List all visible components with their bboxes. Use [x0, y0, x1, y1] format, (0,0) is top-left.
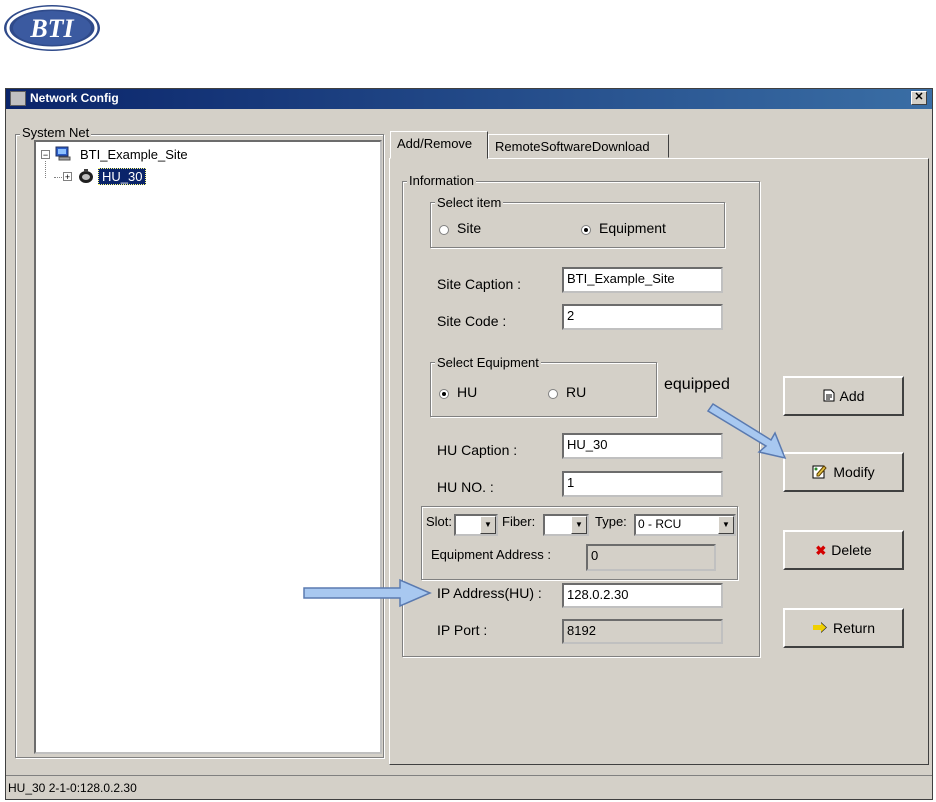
network-config-window: Network Config ✕ System Net − BTI_Exampl… — [5, 88, 933, 800]
equipment-address-input: 0 — [586, 544, 716, 571]
system-tree[interactable]: − BTI_Example_Site + HU_30 — [34, 140, 382, 754]
computer-icon — [55, 146, 72, 165]
equipment-radio-label[interactable]: Equipment — [599, 220, 666, 236]
tab-remote-software-download[interactable]: RemoteSoftwareDownload — [488, 134, 669, 158]
close-button[interactable]: ✕ — [911, 91, 927, 105]
expand-icon[interactable]: + — [63, 172, 72, 182]
hu-radio[interactable] — [439, 389, 449, 399]
site-code-input[interactable]: 2 — [562, 304, 723, 330]
hu-caption-label: HU Caption : — [437, 442, 518, 458]
site-caption-input[interactable]: BTI_Example_Site — [562, 267, 723, 293]
delete-button-label: Delete — [831, 542, 872, 558]
collapse-icon[interactable]: − — [41, 150, 50, 160]
modify-button[interactable]: Modify — [783, 452, 904, 492]
system-net-legend: System Net — [20, 125, 92, 140]
slot-label: Slot: — [426, 514, 453, 529]
tab-add-remove[interactable]: Add/Remove — [390, 131, 488, 159]
hu-no-input[interactable]: 1 — [562, 471, 723, 497]
ip-address-input[interactable]: 128.0.2.30 — [562, 583, 723, 608]
return-button[interactable]: Return — [783, 608, 904, 648]
equipment-address-label: Equipment Address : — [431, 547, 551, 562]
network-icon — [10, 91, 26, 106]
edit-icon — [812, 464, 828, 481]
window-title: Network Config — [30, 91, 119, 105]
slot-dropdown-icon[interactable]: ▼ — [480, 516, 496, 534]
tree-line — [54, 177, 62, 178]
title-bar[interactable]: Network Config ✕ — [6, 89, 932, 109]
site-radio[interactable] — [439, 225, 449, 235]
document-icon — [823, 389, 835, 404]
delete-button[interactable]: ✖ Delete — [783, 530, 904, 570]
return-button-label: Return — [832, 620, 876, 636]
add-button-label: Add — [839, 388, 865, 404]
status-bar: HU_30 2-1-0:128.0.2.30 — [6, 775, 932, 799]
type-label: Type: — [595, 514, 627, 529]
tree-item-label: HU_30 — [98, 168, 147, 185]
tree-item-label: BTI_Example_Site — [80, 147, 188, 162]
ip-address-label: IP Address(HU) : — [437, 585, 542, 601]
equipment-icon — [78, 169, 94, 187]
hu-caption-input[interactable]: HU_30 — [562, 433, 723, 459]
equipped-annotation: equipped — [664, 376, 730, 393]
fiber-label: Fiber: — [502, 514, 536, 529]
bti-logo: BTI — [2, 2, 102, 54]
ip-port-input: 8192 — [562, 619, 723, 644]
select-equipment-legend: Select Equipment — [435, 355, 541, 370]
equipment-radio[interactable] — [581, 225, 591, 235]
ru-radio-label[interactable]: RU — [566, 384, 586, 400]
hu-radio-label[interactable]: HU — [457, 384, 477, 400]
information-legend: Information — [407, 173, 477, 188]
select-item-legend: Select item — [435, 195, 504, 210]
tab-panel: Information Select item Site Equipment S… — [389, 158, 929, 765]
svg-text:BTI: BTI — [29, 14, 74, 43]
x-icon: ✖ — [815, 542, 827, 558]
site-caption-label: Site Caption : — [437, 276, 522, 292]
type-dropdown-icon[interactable]: ▼ — [718, 516, 734, 534]
hu-no-label: HU NO. : — [437, 479, 494, 495]
tree-line — [45, 161, 47, 178]
fiber-dropdown-icon[interactable]: ▼ — [571, 516, 587, 534]
return-arrow-icon — [812, 621, 828, 635]
modify-button-label: Modify — [833, 464, 875, 480]
ip-port-label: IP Port : — [437, 622, 488, 638]
site-radio-label[interactable]: Site — [457, 220, 481, 236]
ru-radio[interactable] — [548, 389, 558, 399]
add-button[interactable]: Add — [783, 376, 904, 416]
site-code-label: Site Code : — [437, 313, 507, 329]
